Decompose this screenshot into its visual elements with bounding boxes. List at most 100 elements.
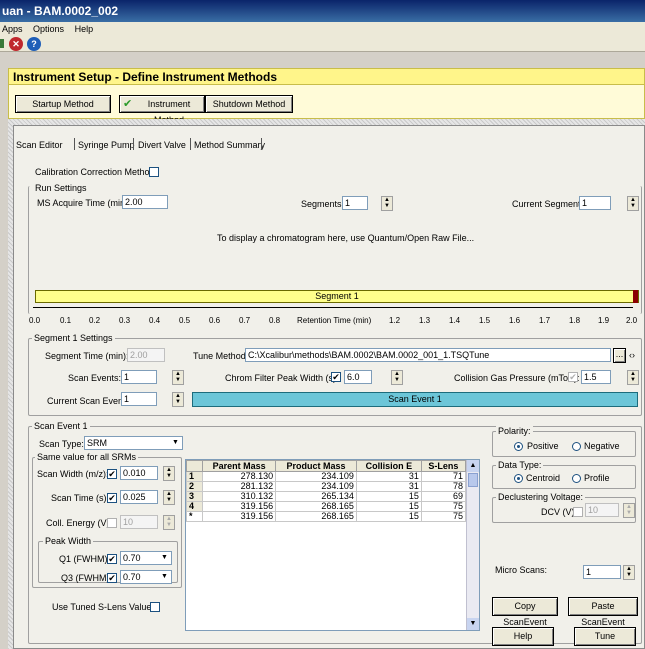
scan-type-select[interactable]: SRM ▼	[84, 436, 183, 450]
q3-fwhm-select[interactable]: 0.70 ▼	[120, 570, 172, 584]
ms-acquire-time-input[interactable]: 2.00	[122, 195, 168, 209]
current-segment-input[interactable]: 1	[579, 196, 611, 210]
paste-scan-event-button[interactable]: Paste ScanEvent	[568, 597, 638, 627]
polarity-title: Polarity:	[496, 426, 533, 436]
centroid-radio[interactable]	[514, 474, 523, 483]
table-cell[interactable]: 310.132	[201, 491, 277, 502]
scrollbar-thumb[interactable]	[468, 473, 478, 487]
scan-time-spinner[interactable]: ▲ ▼	[163, 490, 175, 505]
table-cell[interactable]: 75	[420, 501, 467, 512]
scan-width-spinner[interactable]: ▲ ▼	[163, 466, 175, 481]
scan-width-input[interactable]: 0.010	[120, 466, 158, 480]
copy-scan-event-button[interactable]: Copy ScanEvent	[492, 597, 558, 627]
q3-fwhm-checkbox[interactable]: ✔	[107, 573, 117, 583]
tab-syringe-pump[interactable]: Syringe Pump	[78, 139, 135, 151]
column-header-s-lens[interactable]: S-Lens	[420, 460, 467, 472]
polarity-positive-radio[interactable]	[514, 442, 523, 451]
micro-scans-spinner[interactable]: ▲ ▼	[623, 565, 635, 580]
q3-fwhm-label: Q3 (FWHM):	[61, 573, 112, 583]
scan-time-checkbox[interactable]: ✔	[107, 493, 117, 503]
table-cell[interactable]: 278.130	[201, 471, 277, 482]
current-segment-spinner[interactable]: ▲ ▼	[627, 196, 639, 211]
profile-radio[interactable]	[572, 474, 581, 483]
axis-tick: 2.0	[626, 316, 638, 325]
scan-time-input[interactable]: 0.025	[120, 490, 158, 504]
table-scrollbar[interactable]: ▲ ▼	[466, 460, 479, 630]
startup-method-button[interactable]: Startup Method	[15, 95, 111, 113]
table-cell[interactable]: 15	[355, 511, 422, 522]
collision-gas-spinner[interactable]: ▲ ▼	[627, 370, 639, 385]
coll-energy-label: Coll. Energy (V):	[46, 518, 113, 528]
table-cell[interactable]: 319.156	[201, 501, 277, 512]
chrom-filter-spinner[interactable]: ▲ ▼	[391, 370, 403, 385]
table-cell[interactable]: 15	[355, 501, 422, 512]
axis-tick: 1.2	[389, 316, 401, 325]
table-cell[interactable]: 31	[355, 471, 422, 482]
table-cell[interactable]: 71	[420, 471, 467, 482]
table-cell[interactable]: 234.109	[275, 471, 357, 482]
column-header-collision-energy[interactable]: Collision E	[355, 460, 422, 472]
scan-event-1-bar[interactable]: Scan Event 1	[192, 392, 638, 407]
scroll-up-icon[interactable]: ▲	[467, 460, 479, 472]
table-cell[interactable]: 319.156	[201, 511, 277, 522]
scan-events-input[interactable]: 1	[121, 370, 157, 384]
tab-scan-editor[interactable]: Scan Editor	[16, 139, 63, 151]
table-cell[interactable]: 265.134	[275, 491, 357, 502]
column-header-product-mass[interactable]: Product Mass	[275, 460, 357, 472]
table-cell[interactable]: 234.109	[275, 481, 357, 492]
tab-method-summary[interactable]: Method Summary	[194, 139, 265, 151]
table-cell[interactable]: 69	[420, 491, 467, 502]
table-cell[interactable]: 268.165	[275, 501, 357, 512]
chrom-filter-input[interactable]: 6.0	[344, 370, 372, 384]
help-icon[interactable]: ?	[27, 37, 41, 51]
scroll-down-icon[interactable]: ▼	[467, 618, 479, 630]
table-row[interactable]: 4 319.156 268.165 15 75	[186, 501, 467, 512]
toolbar-edge-icon[interactable]	[0, 39, 4, 48]
instrument-method-button[interactable]: ✔ Instrument Method	[119, 95, 205, 125]
collision-gas-input[interactable]: 1.5	[581, 370, 611, 384]
table-cell[interactable]: 268.165	[275, 511, 357, 522]
tune-method-arrows-icon[interactable]: ‹›	[629, 350, 635, 360]
chromatogram-message: To display a chromatogram here, use Quan…	[217, 233, 475, 243]
row-header[interactable]: 4	[186, 501, 203, 512]
use-tuned-slens-checkbox[interactable]	[150, 602, 160, 612]
row-header[interactable]: 1	[186, 471, 203, 482]
help-button[interactable]: Help	[492, 627, 554, 646]
close-method-icon[interactable]: ✕	[9, 37, 23, 51]
polarity-negative-radio[interactable]	[572, 442, 581, 451]
row-header[interactable]: 2	[186, 481, 203, 492]
table-cell[interactable]: 281.132	[201, 481, 277, 492]
current-scan-event-spinner[interactable]: ▲ ▼	[172, 392, 184, 407]
table-row-new[interactable]: * 319.156 268.165 15 75	[186, 511, 467, 522]
tune-button[interactable]: Tune	[574, 627, 636, 646]
table-cell[interactable]: 15	[355, 491, 422, 502]
scan-width-checkbox[interactable]: ✔	[107, 469, 117, 479]
tune-method-input[interactable]: C:\Xcalibur\methods\BAM.0002\BAM.0002_00…	[245, 348, 611, 362]
data-type-title: Data Type:	[496, 460, 544, 470]
tab-divert-valve[interactable]: Divert Valve	[138, 139, 186, 151]
calibration-correction-checkbox[interactable]	[149, 167, 159, 177]
menu-help[interactable]: Help	[75, 24, 94, 34]
table-cell[interactable]: 78	[420, 481, 467, 492]
q1-fwhm-select[interactable]: 0.70 ▼	[120, 551, 172, 565]
scan-events-spinner[interactable]: ▲ ▼	[172, 370, 184, 385]
shutdown-method-button[interactable]: Shutdown Method	[205, 95, 293, 113]
segments-spinner[interactable]: ▲ ▼	[381, 196, 393, 211]
table-cell[interactable]: 31	[355, 481, 422, 492]
table-cell[interactable]: 75	[420, 511, 467, 522]
menu-options[interactable]: Options	[33, 24, 64, 34]
segment-1-bar[interactable]: Segment 1	[35, 290, 639, 303]
row-header[interactable]: 3	[186, 491, 203, 502]
micro-scans-input[interactable]: 1	[583, 565, 621, 579]
column-header-parent-mass[interactable]: Parent Mass	[201, 460, 277, 472]
menu-apps[interactable]: Apps	[2, 24, 23, 34]
table-row[interactable]: 3 310.132 265.134 15 69	[186, 491, 467, 502]
q1-fwhm-checkbox[interactable]: ✔	[107, 554, 117, 564]
table-row[interactable]: 1 278.130 234.109 31 71	[186, 471, 467, 482]
row-header[interactable]: *	[186, 511, 203, 522]
current-scan-event-input[interactable]: 1	[121, 392, 157, 406]
tune-method-browse-button[interactable]: ...	[613, 348, 626, 363]
chrom-filter-checkbox[interactable]: ✔	[331, 372, 341, 382]
segments-input[interactable]: 1	[342, 196, 368, 210]
table-row[interactable]: 2 281.132 234.109 31 78	[186, 481, 467, 492]
